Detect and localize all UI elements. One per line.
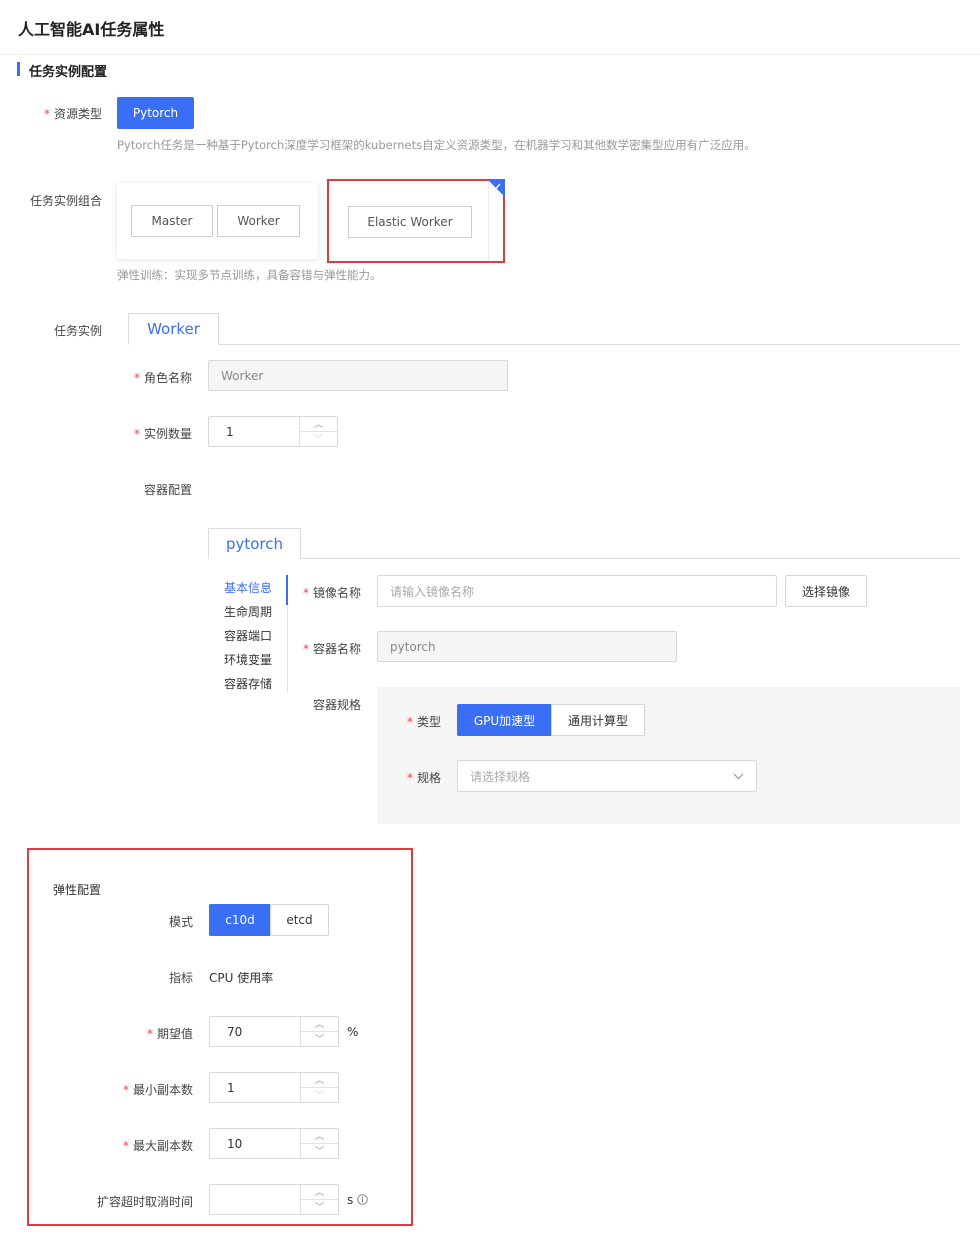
instance-count-value: 1 [226, 425, 234, 439]
gpu-type-button[interactable]: GPU加速型 [457, 704, 552, 736]
task-instance-tab-line [128, 344, 960, 345]
pytorch-button[interactable]: Pytorch [117, 97, 194, 129]
increment-icon[interactable]: ︿ [301, 1185, 338, 1200]
title-divider [0, 54, 980, 55]
container-config-label: 容器配置 [143, 483, 192, 497]
task-instance-label: 任务实例 [53, 324, 102, 338]
increment-icon[interactable]: ︿ [301, 1073, 338, 1088]
metric-label: 指标 [168, 971, 193, 985]
section-title: 任务实例配置 [29, 65, 108, 80]
resource-type-hint: Pytorch任务是一种基于Pytorch深度学习框架的kubernets自定义… [117, 138, 756, 152]
image-name-input[interactable]: 请输入镜像名称 [377, 575, 777, 607]
page-title: 人工智能AI任务属性 [18, 20, 165, 39]
max-replicas-value: 10 [227, 1137, 243, 1151]
decrement-icon[interactable]: ﹀ [301, 1144, 338, 1159]
decrement-icon[interactable]: ﹀ [301, 1088, 338, 1103]
type-label: * 类型 [406, 715, 441, 729]
max-replicas-label: * 最大副本数 [122, 1139, 193, 1153]
mode-etcd-button[interactable]: etcd [270, 904, 329, 936]
menu-env-vars[interactable]: 环境变量 [224, 651, 272, 668]
worker-button[interactable]: Worker [217, 205, 300, 237]
container-spec-label: 容器规格 [312, 698, 361, 712]
image-name-label: * 镜像名称 [302, 586, 361, 600]
timeout-label: 扩容超时取消时间 [96, 1195, 193, 1209]
size-select-placeholder: 请选择规格 [470, 769, 531, 784]
card-edge [488, 181, 489, 261]
size-select[interactable]: 请选择规格 [457, 760, 757, 792]
seconds-unit: s [347, 1193, 354, 1207]
menu-lifecycle[interactable]: 生命周期 [224, 603, 272, 620]
container-name-input[interactable]: pytorch [377, 631, 677, 662]
expected-value-label: * 期望值 [146, 1027, 193, 1041]
check-icon [492, 183, 501, 190]
max-replicas-stepper[interactable]: 10 ︿ ﹀ [209, 1128, 339, 1159]
min-replicas-value: 1 [227, 1081, 235, 1095]
general-type-button[interactable]: 通用计算型 [551, 704, 645, 736]
mode-c10d-button[interactable]: c10d [209, 904, 271, 936]
menu-container-ports[interactable]: 容器端口 [224, 627, 272, 644]
combo-option-master-worker[interactable]: Master Worker [117, 183, 318, 259]
container-spec-panel: * 类型 GPU加速型 通用计算型 * 规格 请选择规格 [377, 687, 960, 824]
percent-unit: % [347, 1025, 359, 1039]
size-label: * 规格 [406, 771, 441, 785]
metric-value: CPU 使用率 [209, 971, 274, 985]
chevron-down-icon [733, 773, 744, 780]
min-replicas-label: * 最小副本数 [122, 1083, 193, 1097]
menu-active-indicator [286, 575, 288, 605]
mode-label: 模式 [168, 915, 193, 929]
role-name-label: * 角色名称 [133, 371, 192, 385]
combo-option-elastic-worker[interactable]: Elastic Worker [327, 179, 505, 263]
decrement-icon[interactable]: ﹀ [301, 1032, 338, 1047]
instance-count-label: * 实例数量 [133, 427, 192, 441]
tab-worker[interactable]: Worker [128, 313, 219, 345]
increment-icon[interactable]: ︿ [301, 1129, 338, 1144]
info-icon[interactable] [357, 1194, 368, 1205]
container-tab-line [208, 558, 960, 559]
menu-container-storage[interactable]: 容器存储 [224, 675, 272, 692]
timeout-stepper[interactable]: ︿ ﹀ [209, 1184, 339, 1215]
role-name-input[interactable]: Worker [208, 360, 508, 391]
container-name-label: * 容器名称 [302, 642, 361, 656]
elastic-config-title: 弹性配置 [53, 883, 102, 897]
tab-pytorch[interactable]: pytorch [208, 528, 301, 559]
master-button[interactable]: Master [131, 205, 213, 237]
section-accent-bar [17, 62, 20, 76]
instance-combo-hint: 弹性训练：实现多节点训练，具备容错与弹性能力。 [117, 268, 382, 282]
expected-value-stepper[interactable]: 70 ︿ ﹀ [209, 1016, 339, 1047]
instance-count-stepper[interactable]: 1 ︿ ﹀ [208, 416, 338, 447]
increment-icon[interactable]: ︿ [301, 1017, 338, 1032]
expected-value: 70 [227, 1025, 243, 1039]
min-replicas-stepper[interactable]: 1 ︿ ﹀ [209, 1072, 339, 1103]
decrement-icon[interactable]: ﹀ [301, 1200, 338, 1215]
decrement-icon[interactable]: ﹀ [300, 432, 337, 447]
instance-combo-label: 任务实例组合 [29, 194, 102, 208]
resource-type-label: * 资源类型 [43, 107, 102, 121]
menu-basic-info[interactable]: 基本信息 [224, 579, 272, 596]
select-image-button[interactable]: 选择镜像 [785, 575, 867, 607]
menu-divider [287, 605, 288, 693]
increment-icon[interactable]: ︿ [300, 417, 337, 432]
elastic-worker-button[interactable]: Elastic Worker [348, 206, 472, 238]
